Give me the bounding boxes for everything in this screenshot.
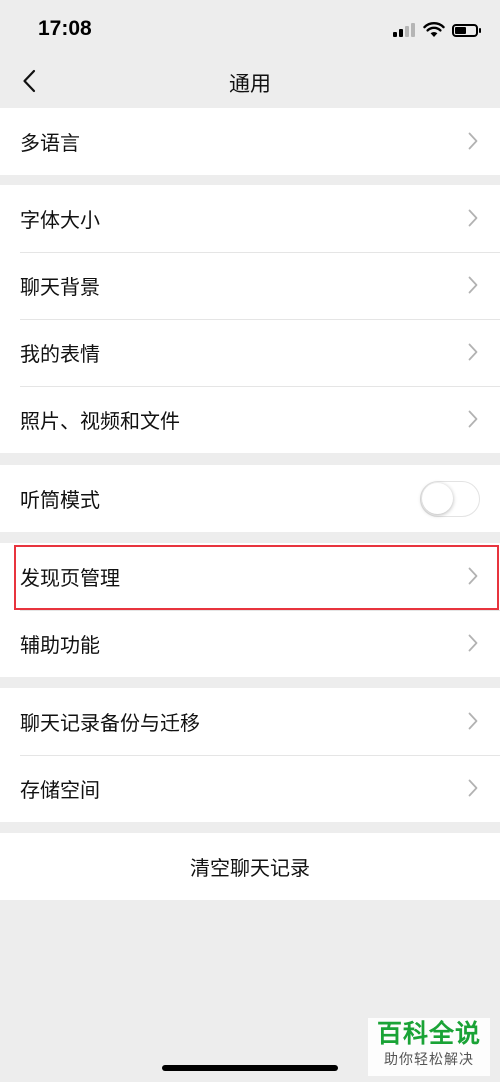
- chevron-right-icon: [468, 209, 478, 227]
- settings-row-label: 多语言: [20, 131, 80, 155]
- settings-row-earpiece-mode: 听筒模式: [0, 465, 500, 532]
- settings-group-language: 多语言: [0, 108, 500, 175]
- signal-icon: [393, 23, 415, 37]
- chevron-right-icon: [468, 634, 478, 652]
- settings-row-label: 听筒模式: [20, 488, 100, 512]
- settings-row-chat-background[interactable]: 聊天背景: [0, 252, 500, 319]
- settings-row-language[interactable]: 多语言: [0, 108, 500, 175]
- home-indicator[interactable]: [162, 1065, 338, 1071]
- settings-group-earpiece: 听筒模式: [0, 465, 500, 532]
- watermark: 百科全说 助你轻松解决: [368, 1018, 490, 1076]
- settings-row-storage[interactable]: 存储空间: [0, 755, 500, 822]
- battery-fill: [455, 26, 466, 34]
- settings-row-font-size[interactable]: 字体大小: [0, 185, 500, 252]
- chevron-right-icon: [468, 132, 478, 150]
- battery-icon: [452, 23, 481, 37]
- chevron-right-icon: [468, 779, 478, 797]
- earpiece-mode-toggle[interactable]: [420, 481, 480, 517]
- toggle-knob: [422, 483, 453, 514]
- settings-row-chat-backup[interactable]: 聊天记录备份与迁移: [0, 688, 500, 755]
- settings-row-label: 我的表情: [20, 342, 100, 366]
- settings-row-label: 照片、视频和文件: [20, 409, 180, 433]
- watermark-subtitle: 助你轻松解决: [384, 1052, 474, 1068]
- status-time: 17:08: [38, 17, 92, 40]
- settings-row-label: 存储空间: [20, 778, 100, 802]
- settings-row-label: 发现页管理: [20, 566, 120, 590]
- chevron-right-icon: [468, 343, 478, 361]
- settings-row-my-stickers[interactable]: 我的表情: [0, 319, 500, 386]
- settings-group-discover: 发现页管理 辅助功能: [0, 543, 500, 677]
- page-title: 通用: [229, 72, 271, 96]
- settings-row-label: 聊天记录备份与迁移: [20, 711, 200, 735]
- settings-row-accessibility[interactable]: 辅助功能: [0, 610, 500, 677]
- settings-group-clear: 清空聊天记录: [0, 833, 500, 900]
- chevron-right-icon: [468, 567, 478, 585]
- settings-row-media-files[interactable]: 照片、视频和文件: [0, 386, 500, 453]
- nav-bar: 通用: [0, 60, 500, 107]
- settings-row-label: 字体大小: [20, 208, 100, 232]
- status-bar: 17:08: [0, 0, 500, 60]
- clear-chat-history-button[interactable]: 清空聊天记录: [0, 833, 500, 900]
- status-icons: [393, 20, 481, 40]
- settings-row-discover-management[interactable]: 发现页管理: [0, 543, 500, 610]
- settings-row-label: 辅助功能: [20, 633, 100, 657]
- wifi-icon: [423, 22, 445, 37]
- settings-group-display: 字体大小 聊天背景 我的表情 照片、视频和文件: [0, 185, 500, 453]
- chevron-right-icon: [468, 712, 478, 730]
- settings-group-storage: 聊天记录备份与迁移 存储空间: [0, 688, 500, 822]
- chevron-right-icon: [468, 410, 478, 428]
- chevron-right-icon: [468, 276, 478, 294]
- clear-chat-history-label: 清空聊天记录: [190, 856, 310, 880]
- settings-row-label: 聊天背景: [20, 275, 100, 299]
- watermark-title: 百科全说: [376, 1019, 481, 1048]
